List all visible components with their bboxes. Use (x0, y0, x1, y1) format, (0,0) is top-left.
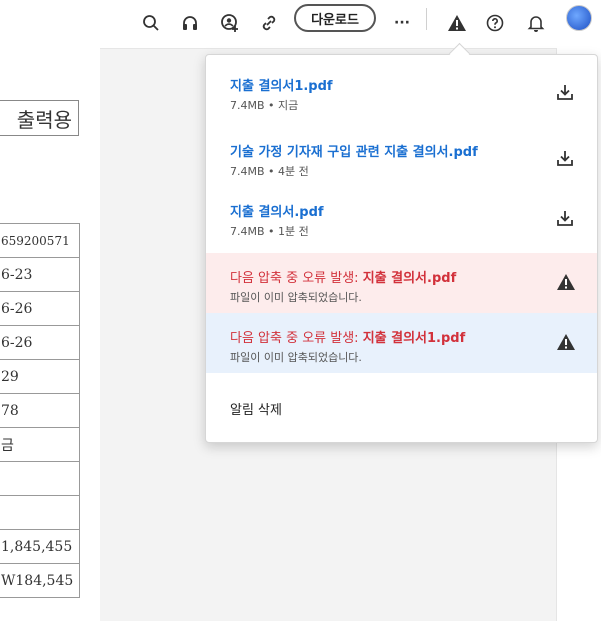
table-cell: 1,845,455 (0, 529, 80, 564)
download-item[interactable]: 기술 가정 기자재 구입 관련 지출 결의서.pdf 7.4MB • 4분 전 (206, 139, 597, 199)
error-file-name: 지출 결의서1.pdf (362, 331, 466, 346)
notification-bell-icon[interactable] (521, 8, 551, 38)
download-file-name[interactable]: 기술 가정 기자재 구입 관련 지출 결의서.pdf (230, 141, 478, 160)
document-table: 659200571 6-23 6-26 6-26 29 78 금 1,845,4… (0, 223, 80, 598)
error-file-name: 지출 결의서.pdf (362, 271, 457, 286)
table-cell: 659200571 (0, 223, 80, 258)
top-toolbar: 다운로드 ··· (0, 0, 601, 49)
table-cell: 금 (0, 427, 80, 462)
warning-icon (556, 273, 575, 291)
error-detail: 파일이 이미 압축되었습니다. (230, 291, 362, 304)
download-file-meta: 7.4MB • 4분 전 (230, 165, 309, 178)
link-icon[interactable] (254, 8, 284, 38)
warning-icon (556, 333, 575, 351)
error-prefix: 다음 압축 중 오류 발생: (230, 331, 363, 346)
toolbar-divider (426, 8, 427, 30)
avatar[interactable] (566, 5, 592, 31)
table-cell: 78 (0, 393, 80, 428)
table-cell (0, 495, 80, 530)
download-item[interactable]: 지출 결의서1.pdf 7.4MB • 지금 (206, 73, 597, 133)
warning-icon[interactable] (442, 8, 472, 38)
table-cell: 6-26 (0, 291, 80, 326)
error-message: 다음 압축 중 오류 발생: 지출 결의서.pdf (230, 267, 456, 286)
error-notification[interactable]: 다음 압축 중 오류 발생: 지출 결의서.pdf 파일이 이미 압축되었습니다… (206, 253, 597, 313)
error-notification[interactable]: 다음 압축 중 오류 발생: 지출 결의서1.pdf 파일이 이미 압축되었습니… (206, 313, 597, 373)
document-page: 출력용 659200571 6-23 6-26 6-26 29 78 금 1,8… (0, 48, 100, 621)
error-prefix: 다음 압축 중 오류 발생: (230, 271, 363, 286)
download-item[interactable]: 지출 결의서.pdf 7.4MB • 1분 전 (206, 199, 597, 259)
download-file-meta: 7.4MB • 1분 전 (230, 225, 309, 238)
headphones-icon[interactable] (175, 8, 205, 38)
download-button[interactable]: 다운로드 (294, 4, 376, 32)
download-file-name[interactable]: 지출 결의서.pdf (230, 201, 324, 220)
add-user-icon[interactable] (215, 8, 245, 38)
error-message: 다음 압축 중 오류 발생: 지출 결의서1.pdf (230, 327, 465, 346)
table-cell: 29 (0, 359, 80, 394)
table-cell: 6-23 (0, 257, 80, 292)
clear-notifications-button[interactable]: 알림 삭제 (230, 399, 282, 418)
download-file-meta: 7.4MB • 지금 (230, 99, 299, 112)
download-icon[interactable] (556, 209, 574, 227)
download-file-name[interactable]: 지출 결의서1.pdf (230, 75, 333, 94)
table-cell: W184,545 (0, 563, 80, 598)
download-icon[interactable] (556, 149, 574, 167)
downloads-panel: 지출 결의서1.pdf 7.4MB • 지금 기술 가정 기자재 구입 관련 지… (205, 54, 598, 443)
download-icon[interactable] (556, 83, 574, 101)
error-detail: 파일이 이미 압축되었습니다. (230, 351, 362, 364)
more-options-icon[interactable]: ··· (387, 8, 417, 38)
table-cell: 6-26 (0, 325, 80, 360)
help-icon[interactable] (480, 8, 510, 38)
table-cell (0, 461, 80, 496)
document-title-fragment: 출력용 (0, 100, 79, 136)
search-icon[interactable] (136, 8, 166, 38)
